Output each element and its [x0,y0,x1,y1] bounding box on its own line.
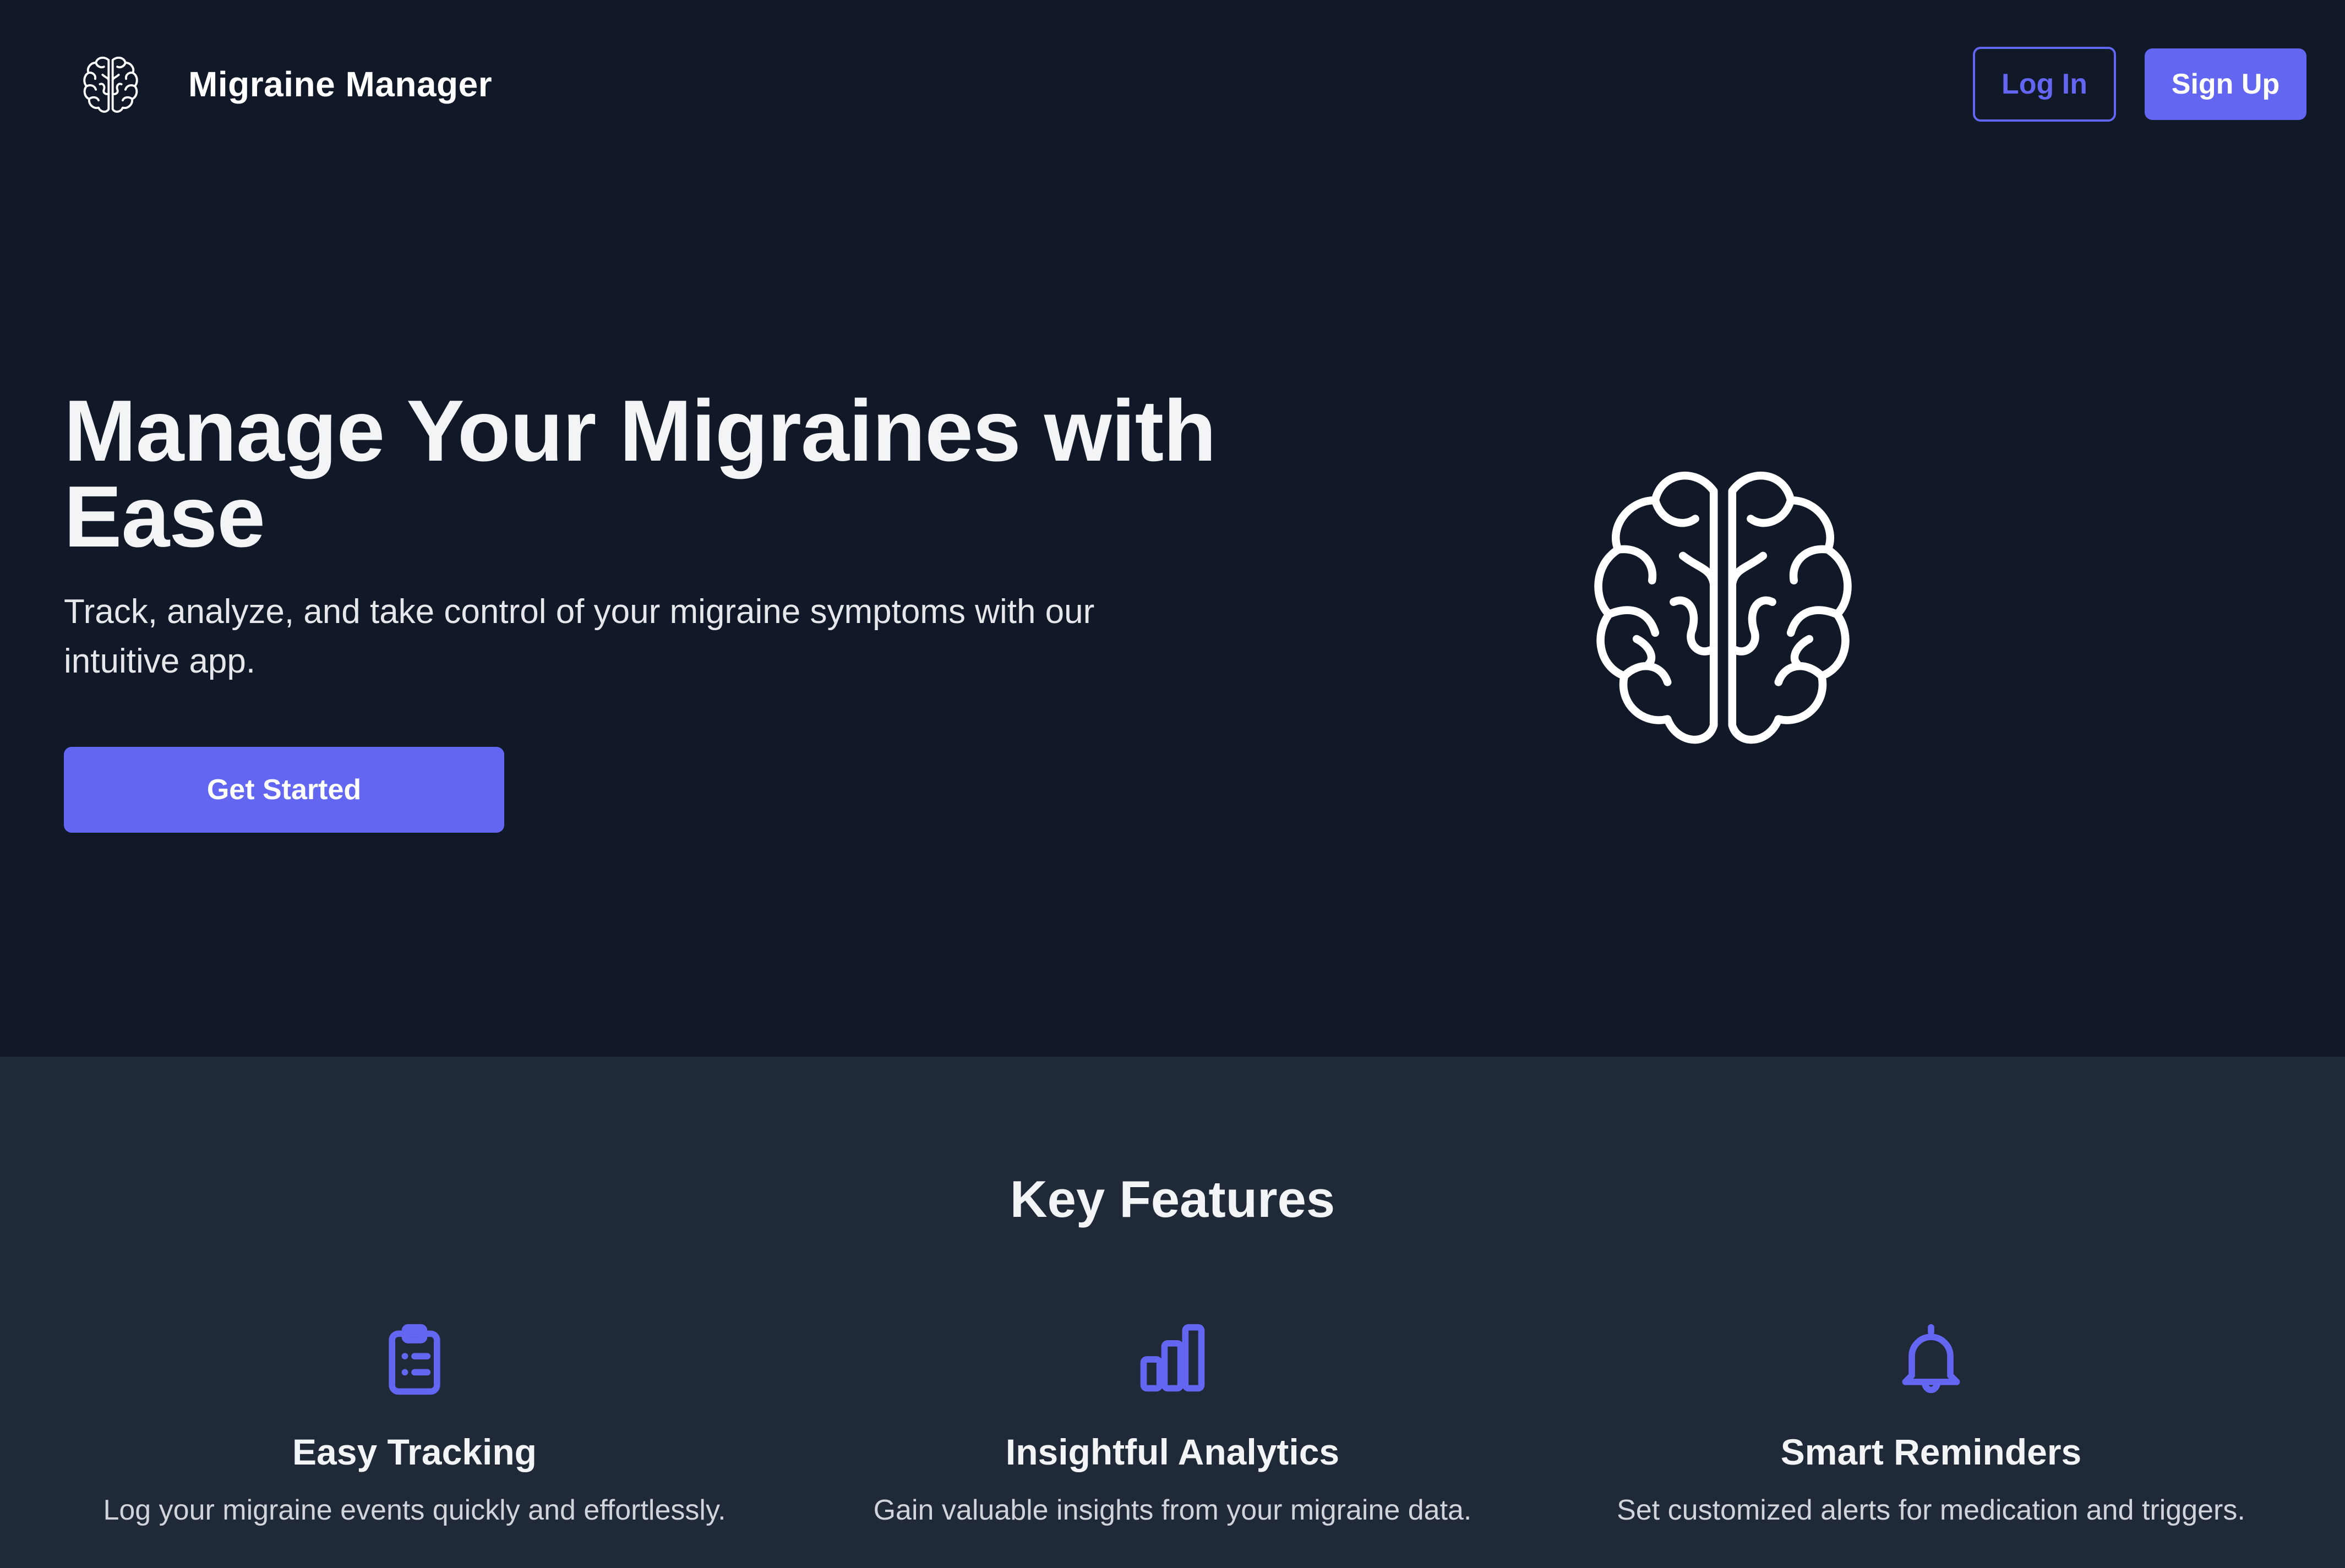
brand[interactable]: Migraine Manager [77,51,492,118]
feature-description: Set customized alerts for medication and… [1617,1494,2245,1526]
features-heading: Key Features [1010,1170,1335,1228]
get-started-button[interactable]: Get Started [64,747,504,833]
app-name: Migraine Manager [188,64,493,104]
bell-icon [1893,1321,1970,1398]
feature-description: Log your migraine events quickly and eff… [103,1494,726,1526]
bar-chart-icon [1134,1321,1211,1398]
feature-card-tracking: Easy Tracking Log your migraine events q… [35,1321,794,1527]
auth-actions: Log In Sign Up [1973,46,2306,122]
hero-text: Manage Your Migraines with Ease Track, a… [64,383,1275,833]
feature-title: Insightful Analytics [1005,1432,1340,1472]
brain-icon [1569,454,1877,762]
feature-title: Easy Tracking [292,1432,537,1472]
hero-subtitle: Track, analyze, and take control of your… [64,593,1095,680]
top-navbar: Migraine Manager Log In Sign Up [0,0,2345,168]
feature-card-reminders: Smart Reminders Set customized alerts fo… [1551,1321,2311,1527]
feature-title: Smart Reminders [1780,1432,2082,1472]
features-section: Key Features Easy Tracking Log your migr… [0,1057,2345,1568]
hero-section: Manage Your Migraines with Ease Track, a… [0,168,2345,1057]
feature-card-analytics: Insightful Analytics Gain valuable insig… [793,1321,1552,1527]
hero-title: Manage Your Migraines with Ease [64,383,1217,565]
feature-description: Gain valuable insights from your migrain… [873,1494,1472,1526]
brain-icon [77,51,144,118]
signup-button[interactable]: Sign Up [2145,48,2306,120]
clipboard-list-icon [376,1321,453,1398]
login-button[interactable]: Log In [1973,46,2116,122]
